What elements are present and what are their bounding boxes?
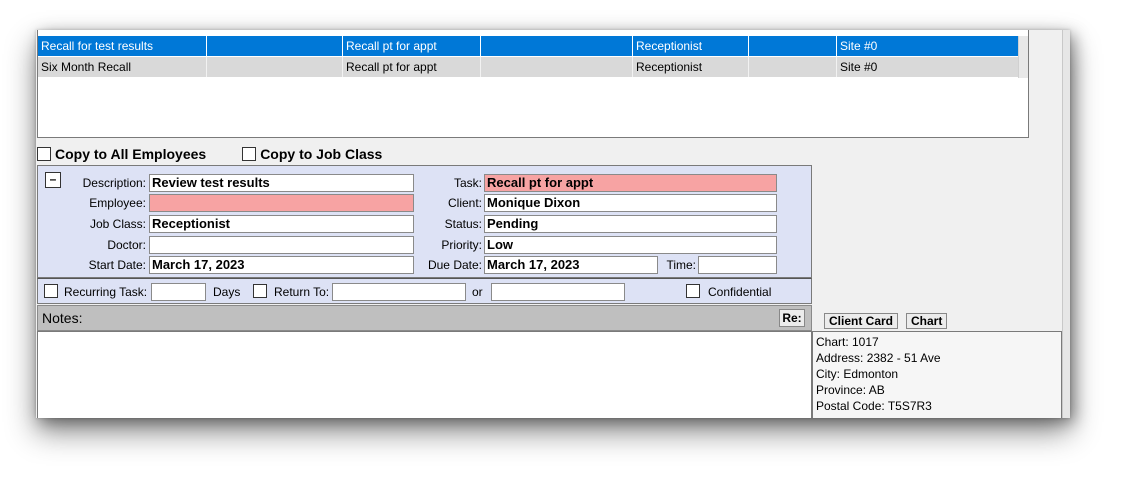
task-type-cell: Recall pt for appt — [343, 36, 481, 56]
client-province: Province: AB — [816, 383, 885, 397]
list-scrollbar[interactable] — [1018, 36, 1028, 78]
task-form: – Description: Review test results Emplo… — [37, 165, 812, 278]
collapse-button[interactable]: – — [45, 172, 61, 188]
client-city: City: Edmonton — [816, 367, 899, 381]
job-class-field[interactable]: Receptionist — [149, 215, 414, 233]
re-button[interactable]: Re: — [779, 309, 805, 327]
copy-all-employees-label: Copy to All Employees — [55, 146, 207, 162]
employee-label: Employee: — [89, 196, 146, 210]
description-field[interactable]: Review test results — [149, 174, 414, 192]
description-label: Description: — [82, 176, 146, 190]
time-label: Time: — [666, 258, 696, 272]
copy-job-class-label: Copy to Job Class — [260, 146, 383, 162]
client-info-panel: Chart: 1017 Address: 2382 - 51 Ave City:… — [812, 331, 1062, 418]
recurring-days-input[interactable] — [151, 283, 206, 301]
due-date-label: Due Date: — [427, 258, 482, 272]
empty-cell — [749, 57, 837, 77]
empty-cell — [749, 36, 837, 56]
start-date-field[interactable]: March 17, 2023 — [149, 256, 414, 274]
empty-cell — [481, 36, 633, 56]
notes-header: Notes: Re: — [37, 305, 812, 331]
job-class-cell: Receptionist — [633, 57, 749, 77]
copy-all-employees-checkbox[interactable] — [37, 147, 51, 161]
table-row[interactable]: Recall for test results Recall pt for ap… — [38, 36, 1020, 56]
copy-job-class-option[interactable]: Copy to Job Class — [242, 146, 382, 162]
status-field[interactable]: Pending — [484, 215, 777, 233]
employee-field[interactable] — [149, 194, 414, 212]
empty-cell — [481, 57, 633, 77]
chart-number: Chart: 1017 — [816, 335, 879, 349]
client-postal-code: Postal Code: T5S7R3 — [816, 399, 932, 413]
priority-label: Priority: — [441, 238, 482, 252]
or-label: or — [472, 285, 483, 299]
recurring-task-checkbox[interactable] — [44, 284, 58, 298]
confidential-label: Confidential — [708, 285, 772, 299]
start-date-label: Start Date: — [88, 258, 146, 272]
job-class-label: Job Class: — [89, 217, 146, 231]
client-actions: Client Card Chart — [824, 313, 955, 329]
task-window: Recall for test results Recall pt for ap… — [36, 30, 1070, 418]
priority-field[interactable]: Low — [484, 236, 777, 254]
job-class-cell: Receptionist — [633, 36, 749, 56]
notes-textarea[interactable] — [37, 331, 812, 418]
client-field[interactable]: Monique Dixon — [484, 194, 777, 212]
window-scrollbar[interactable] — [1062, 30, 1070, 418]
status-label: Status: — [444, 217, 482, 231]
recurring-task-label: Recurring Task: — [64, 285, 148, 299]
task-list: Recall for test results Recall pt for ap… — [37, 30, 1029, 138]
task-field[interactable]: Recall pt for appt — [484, 174, 777, 192]
notes-label: Notes: — [42, 310, 83, 326]
client-address: Address: 2382 - 51 Ave — [816, 351, 941, 365]
return-to-input[interactable] — [332, 283, 466, 301]
time-field[interactable] — [698, 256, 777, 274]
site-cell: Site #0 — [840, 39, 878, 53]
client-label: Client: — [447, 196, 482, 210]
return-to-alt-input[interactable] — [491, 283, 625, 301]
task-label: Task: — [453, 176, 482, 190]
copy-job-class-checkbox[interactable] — [242, 147, 257, 161]
task-name-cell: Six Month Recall — [38, 57, 207, 77]
client-card-button[interactable]: Client Card — [824, 313, 899, 329]
days-label: Days — [213, 285, 241, 299]
copy-options: Copy to All Employees Copy to Job Class — [37, 146, 418, 162]
empty-cell — [207, 36, 343, 56]
table-row[interactable]: Six Month Recall Recall pt for appt Rece… — [38, 57, 1020, 77]
chart-button[interactable]: Chart — [906, 313, 948, 329]
return-to-label: Return To: — [274, 285, 330, 299]
task-type-cell: Recall pt for appt — [343, 57, 481, 77]
return-to-checkbox[interactable] — [253, 284, 267, 298]
due-date-field[interactable]: March 17, 2023 — [484, 256, 658, 274]
site-cell: Site #0 — [840, 60, 878, 74]
empty-cell — [207, 57, 343, 77]
doctor-field[interactable] — [149, 236, 414, 254]
confidential-checkbox[interactable] — [686, 284, 700, 298]
doctor-label: Doctor: — [107, 238, 146, 252]
recurring-options: Recurring Task: Days Return To: or Confi… — [37, 278, 812, 304]
task-name-cell: Recall for test results — [38, 36, 207, 56]
copy-all-employees-option[interactable]: Copy to All Employees — [37, 146, 206, 162]
